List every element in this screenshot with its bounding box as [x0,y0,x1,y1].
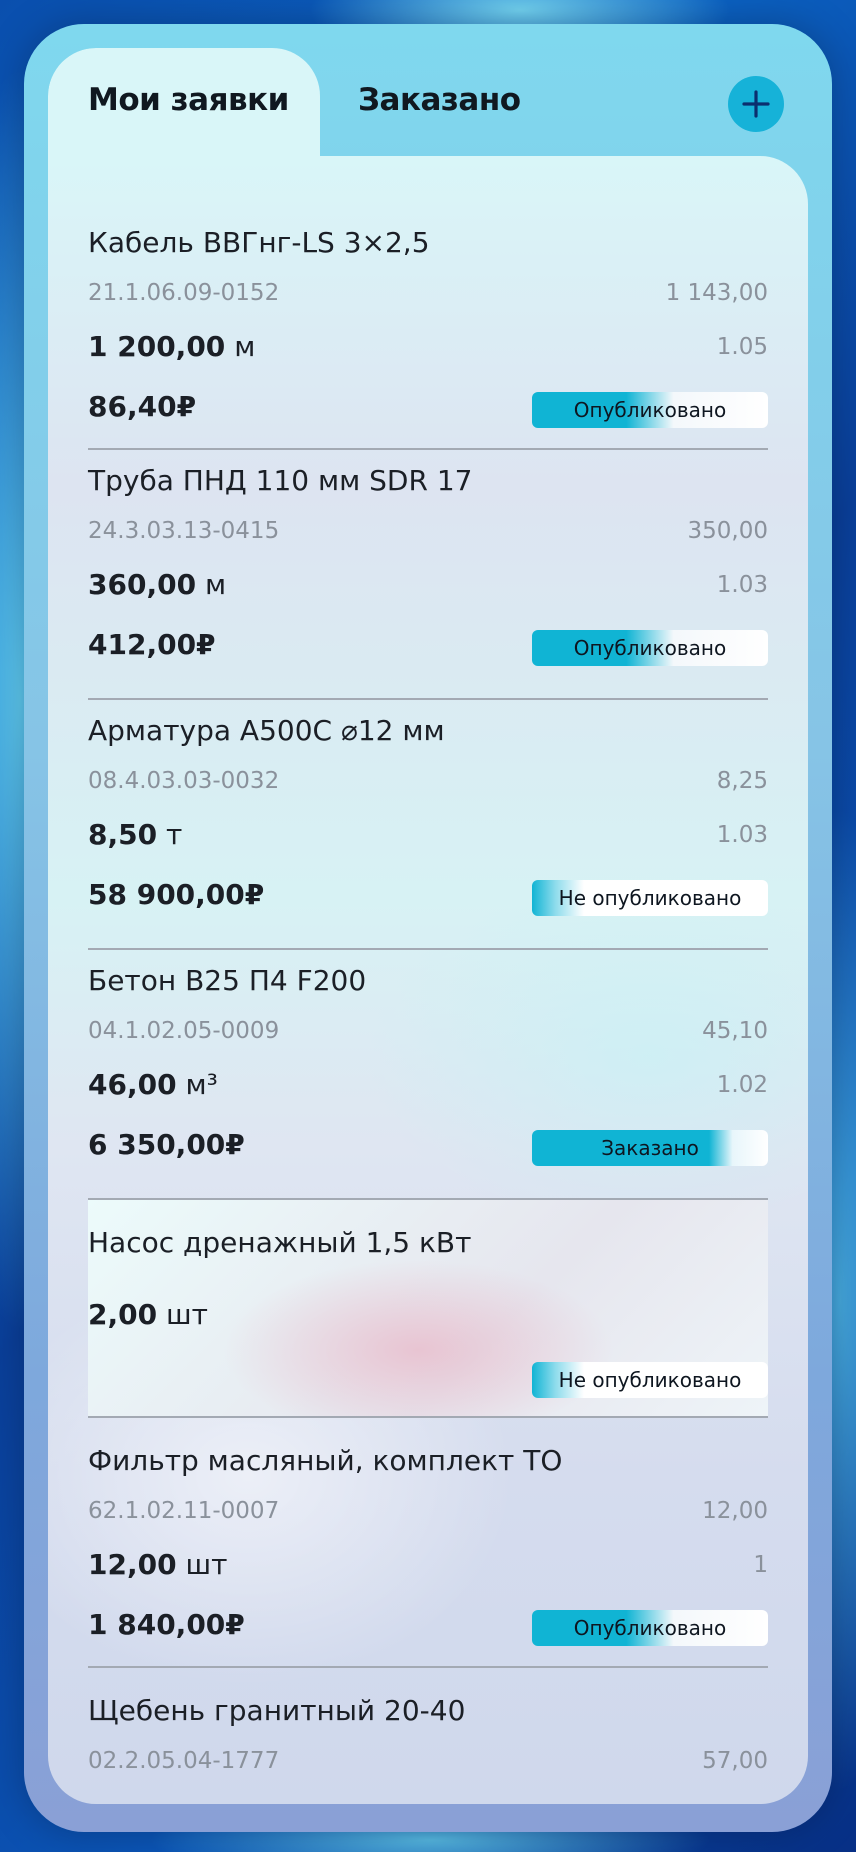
quantity-value: 2,00 [88,1298,158,1331]
item-coefficient: 1.03 [716,822,768,848]
list-item[interactable]: Кабель ВВГнг-LS 3×2,5 21.1.06.09-0152 1 … [88,212,768,450]
item-name: Труба ПНД 110 мм SDR 17 [88,464,473,497]
quantity-unit: т [166,818,183,851]
status-badge: Опубликовано [532,630,768,666]
quantity-unit: м [234,330,256,363]
list-item[interactable]: Труба ПНД 110 мм SDR 17 24.3.03.13-0415 … [88,450,768,700]
item-price: 57,00 [702,1748,768,1774]
item-code: 24.3.03.13-0415 [88,518,280,544]
item-price: 350,00 [687,518,768,544]
item-name: Арматура А500С ⌀12 мм [88,714,445,747]
item-name: Щебень гранитный 20-40 [88,1694,466,1727]
item-code: 62.1.02.11-0007 [88,1498,280,1524]
item-quantity: 360,00 м [88,568,226,601]
item-quantity: 2,00 шт [88,1298,208,1331]
item-coefficient: 1.05 [716,334,768,360]
item-name: Фильтр масляный, комплект ТО [88,1444,563,1477]
list-item[interactable]: Фильтр масляный, комплект ТО 62.1.02.11-… [88,1418,768,1668]
item-sum: 412,00₽ [88,628,216,661]
status-badge: Опубликовано [532,1610,768,1646]
item-sum: 86,40₽ [88,390,197,423]
status-badge: Не опубликовано [532,1362,768,1398]
plus-icon [742,90,770,118]
item-coefficient: 1 [753,1552,768,1578]
tab-ordered[interactable]: Заказано [358,82,521,118]
item-price: 45,10 [702,1018,768,1044]
request-list: Кабель ВВГнг-LS 3×2,5 21.1.06.09-0152 1 … [88,208,768,1788]
list-item[interactable]: Насос дренажный 1,5 кВт 2,00 шт Не опубл… [88,1200,768,1418]
quantity-unit: шт [185,1548,228,1581]
item-name: Бетон В25 П4 F200 [88,964,367,997]
item-code: 04.1.02.05-0009 [88,1018,280,1044]
status-badge: Заказано [532,1130,768,1166]
item-quantity: 1 200,00 м [88,330,255,363]
status-badge: Не опубликовано [532,880,768,916]
quantity-value: 1 200,00 [88,330,226,363]
item-coefficient: 1.02 [716,1072,768,1098]
item-coefficient: 1.03 [716,572,768,598]
list-item[interactable]: Щебень гранитный 20-40 02.2.05.04-1777 5… [88,1668,768,1788]
item-sum: 58 900,00₽ [88,878,265,911]
quantity-unit: шт [166,1298,208,1331]
status-badge: Опубликовано [532,392,768,428]
quantity-unit: м [204,568,227,601]
item-quantity: 46,00 м³ [88,1068,218,1101]
item-name: Кабель ВВГнг-LS 3×2,5 [88,226,430,259]
item-quantity: 12,00 шт [88,1548,227,1581]
tab-my-requests[interactable]: Мои заявки [88,82,289,118]
add-button[interactable] [728,76,784,132]
item-sum: 6 350,00₽ [88,1128,245,1161]
item-price: 12,00 [702,1498,768,1524]
item-code: 21.1.06.09-0152 [88,280,280,306]
item-name: Насос дренажный 1,5 кВт [88,1226,472,1259]
list-item[interactable]: Арматура А500С ⌀12 мм 08.4.03.03-0032 8,… [88,700,768,950]
quantity-value: 46,00 [88,1068,177,1101]
quantity-unit: м³ [185,1068,218,1101]
item-price: 8,25 [716,768,768,794]
item-price: 1 143,00 [665,280,768,306]
item-quantity: 8,50 т [88,818,182,851]
list-item[interactable]: Бетон В25 П4 F200 04.1.02.05-0009 45,10 … [88,950,768,1200]
quantity-value: 8,50 [88,818,158,851]
item-sum: 1 840,00₽ [88,1608,245,1641]
item-code: 02.2.05.04-1777 [88,1748,280,1774]
quantity-value: 12,00 [88,1548,177,1581]
quantity-value: 360,00 [88,568,197,601]
item-code: 08.4.03.03-0032 [88,768,280,794]
